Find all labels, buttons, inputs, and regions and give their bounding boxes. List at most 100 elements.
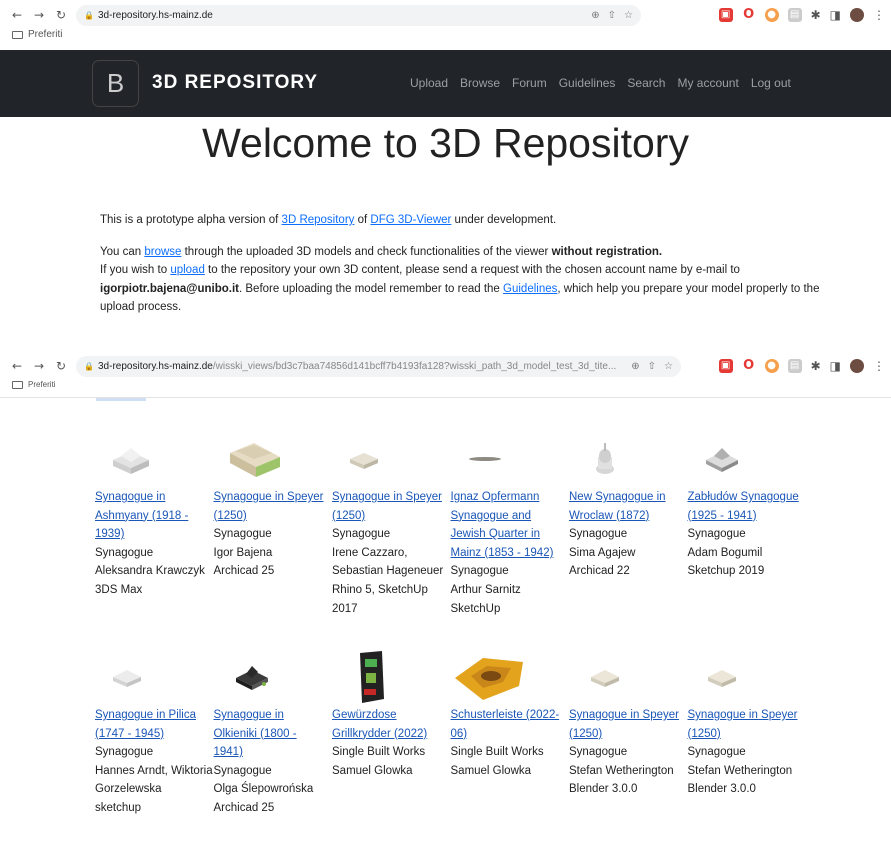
model-title[interactable]: Synagogue in Speyer (1250) bbox=[214, 488, 333, 525]
nav-browse[interactable]: Browse bbox=[460, 76, 500, 90]
model-title[interactable]: Zabłudów Synagogue (1925 - 1941) bbox=[688, 488, 807, 525]
browser-toolbar: ← → ↻ 🔒 3d-repository.hs-mainz.de/wisski… bbox=[0, 354, 891, 378]
address-bar[interactable]: 🔒 3d-repository.hs-mainz.de/wisski_views… bbox=[76, 356, 681, 377]
model-thumbnail[interactable] bbox=[569, 648, 688, 706]
model-thumbnail[interactable] bbox=[569, 430, 688, 488]
intro-bold: without registration. bbox=[551, 245, 663, 258]
address-bar[interactable]: 🔒 3d-repository.hs-mainz.de ⊕ ⇧ ☆ bbox=[76, 5, 641, 26]
extension-red-icon[interactable]: ▣ bbox=[718, 359, 733, 373]
link-guidelines[interactable]: Guidelines bbox=[503, 283, 557, 295]
link-dfg-viewer[interactable]: DFG 3D-Viewer bbox=[370, 214, 451, 226]
model-title[interactable]: Synagogue in Speyer (1250) bbox=[569, 706, 688, 743]
sidebar-icon[interactable]: ◨ bbox=[830, 359, 841, 373]
model-thumbnail[interactable] bbox=[451, 648, 570, 706]
model-card: Synagogue in Speyer (1250) Synagogue Ste… bbox=[569, 648, 688, 818]
intro-text-span: You can bbox=[100, 245, 145, 258]
bookmark-preferiti[interactable]: Preferiti bbox=[28, 380, 56, 389]
zoom-icon[interactable]: ⊕ bbox=[591, 10, 599, 21]
forward-icon[interactable]: → bbox=[30, 359, 48, 373]
link-upload[interactable]: upload bbox=[170, 264, 205, 276]
model-title[interactable]: Synagogue in Speyer (1250) bbox=[332, 488, 451, 525]
nav-forum[interactable]: Forum bbox=[512, 76, 547, 90]
back-icon[interactable]: ← bbox=[8, 8, 26, 22]
star-icon[interactable]: ☆ bbox=[624, 10, 633, 21]
sidebar-icon[interactable]: ◨ bbox=[830, 8, 841, 22]
extension-grey-icon[interactable]: ▤ bbox=[787, 359, 802, 373]
reload-icon[interactable]: ↻ bbox=[52, 359, 70, 373]
model-thumbnail-image bbox=[596, 443, 614, 474]
extension-orange-icon[interactable]: ● bbox=[764, 359, 779, 373]
address-bar-actions: ⊕ ⇧ ☆ bbox=[591, 10, 633, 21]
models-row-1: Synagogue in Ashmyany (1918 - 1939) Syna… bbox=[95, 430, 806, 618]
model-title[interactable]: New Synagogue in Wroclaw (1872) bbox=[569, 488, 688, 525]
page-title: Welcome to 3D Repository bbox=[202, 120, 689, 166]
zoom-icon[interactable]: ⊕ bbox=[631, 361, 639, 372]
avatar[interactable] bbox=[850, 359, 864, 373]
puzzle-icon[interactable]: ✱ bbox=[811, 8, 821, 22]
model-software: SketchUp bbox=[450, 602, 501, 615]
site-brand[interactable]: 3D REPOSITORY bbox=[152, 72, 318, 94]
extension-orange-icon[interactable]: ● bbox=[764, 8, 779, 22]
link-browse[interactable]: browse bbox=[144, 246, 181, 258]
share-icon[interactable]: ⇧ bbox=[648, 361, 656, 372]
model-card: Synagogue in Olkieniki (1800 - 1941) Syn… bbox=[214, 648, 333, 818]
folder-icon bbox=[12, 30, 23, 39]
active-tab-indicator bbox=[96, 398, 146, 401]
puzzle-icon[interactable]: ✱ bbox=[811, 359, 821, 373]
model-thumbnail-image bbox=[113, 448, 149, 474]
model-title[interactable]: Ignaz Opfermann Synagogue and Jewish Qua… bbox=[451, 488, 570, 562]
share-icon[interactable]: ⇧ bbox=[608, 10, 616, 21]
model-title[interactable]: Synagogue in Speyer (1250) bbox=[688, 706, 807, 743]
model-software: 3DS Max bbox=[95, 583, 143, 596]
back-icon[interactable]: ← bbox=[8, 359, 26, 373]
bookmark-preferiti[interactable]: Preferiti bbox=[28, 29, 62, 40]
model-type: Synagogue bbox=[95, 746, 154, 759]
model-type: Synagogue bbox=[569, 528, 628, 541]
model-title[interactable]: Synagogue in Ashmyany (1918 - 1939) bbox=[95, 488, 214, 544]
model-thumbnail[interactable] bbox=[688, 648, 807, 706]
opera-icon[interactable]: O bbox=[741, 359, 756, 373]
site-logo[interactable]: B bbox=[92, 60, 139, 107]
menu-icon[interactable]: ⋮ bbox=[873, 359, 885, 373]
menu-icon[interactable]: ⋮ bbox=[873, 8, 885, 22]
model-thumbnail[interactable] bbox=[688, 430, 807, 488]
model-software: Rhino 5, SketchUp 2017 bbox=[332, 583, 428, 615]
reload-icon[interactable]: ↻ bbox=[52, 8, 70, 22]
model-type: Single Built Works bbox=[450, 746, 544, 759]
model-thumbnail-image bbox=[229, 443, 280, 477]
model-thumbnail-image bbox=[705, 448, 738, 472]
model-title[interactable]: Synagogue in Olkieniki (1800 - 1941) bbox=[214, 706, 333, 762]
model-thumbnail[interactable] bbox=[214, 430, 333, 488]
model-title[interactable]: Gewürzdose Grillkrydder (2022) bbox=[332, 706, 451, 743]
model-author: Stefan Wetherington bbox=[687, 764, 793, 777]
model-software: Archicad 25 bbox=[213, 801, 275, 814]
model-thumbnail[interactable] bbox=[95, 430, 214, 488]
extension-red-icon[interactable]: ▣ bbox=[718, 8, 733, 22]
forward-icon[interactable]: → bbox=[30, 8, 48, 22]
model-thumbnail-image bbox=[707, 670, 736, 687]
model-thumbnail[interactable] bbox=[332, 430, 451, 488]
model-card: Gewürzdose Grillkrydder (2022) Single Bu… bbox=[332, 648, 451, 818]
model-author: Arthur Sarnitz bbox=[450, 583, 521, 596]
model-thumbnail[interactable] bbox=[214, 648, 333, 706]
nav-log-out[interactable]: Log out bbox=[751, 76, 791, 90]
model-thumbnail[interactable] bbox=[451, 430, 570, 488]
opera-icon[interactable]: O bbox=[741, 8, 756, 22]
nav-my-account[interactable]: My account bbox=[677, 76, 738, 90]
link-3d-repository[interactable]: 3D Repository bbox=[282, 214, 355, 226]
model-title[interactable]: Synagogue in Pilica (1747 - 1945) bbox=[95, 706, 214, 743]
intro-text-span: . Before uploading the model remember to… bbox=[239, 282, 504, 295]
star-icon[interactable]: ☆ bbox=[664, 361, 673, 372]
intro-text-span: to the repository your own 3D content, p… bbox=[204, 264, 740, 276]
model-card: Synagogue in Speyer (1250) Synagogue Igo… bbox=[214, 430, 333, 618]
nav-guidelines[interactable]: Guidelines bbox=[559, 76, 616, 90]
avatar[interactable] bbox=[850, 8, 864, 22]
model-thumbnail[interactable] bbox=[332, 648, 451, 706]
model-type: Single Built Works bbox=[332, 746, 426, 759]
model-author: Aleksandra Krawczyk bbox=[95, 565, 205, 578]
nav-search[interactable]: Search bbox=[627, 76, 665, 90]
extension-grey-icon[interactable]: ▤ bbox=[787, 8, 802, 22]
model-title[interactable]: Schusterleiste (2022-06) bbox=[451, 706, 570, 743]
nav-upload[interactable]: Upload bbox=[410, 76, 448, 90]
model-thumbnail[interactable] bbox=[95, 648, 214, 706]
